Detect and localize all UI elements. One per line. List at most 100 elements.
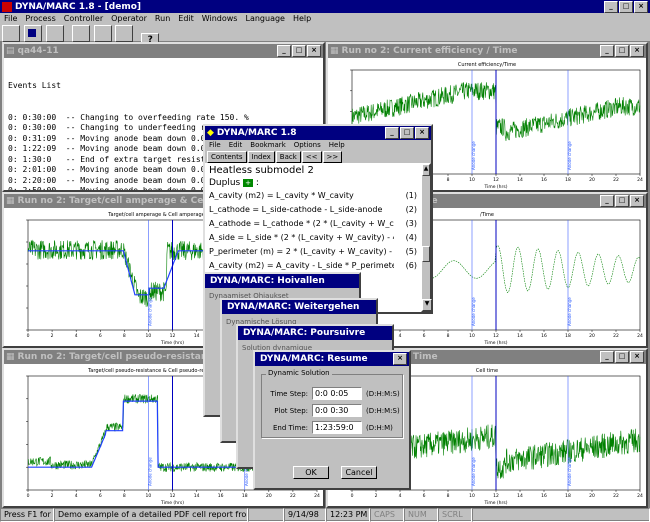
resume-title: DYNA/MARC: Resume	[260, 354, 368, 364]
resume-unit: (D:H:M)	[366, 423, 393, 432]
maximize-button[interactable]: □	[615, 195, 629, 207]
help-menu-file[interactable]: File	[205, 141, 225, 149]
menu-windows[interactable]: Windows	[198, 14, 242, 23]
equation-number: (3)	[405, 219, 417, 228]
help-btn-0[interactable]: Contents	[207, 151, 247, 163]
help-section: Duplus + :	[209, 178, 259, 188]
x-tick-label: 12	[170, 333, 176, 339]
expand-icon[interactable]: +	[243, 179, 253, 187]
x-axis-label: Time (hrs)	[483, 340, 507, 346]
status-bar: Press F1 for Help Demo example of a deta…	[0, 508, 650, 522]
scroll-thumb[interactable]	[422, 246, 430, 262]
maximize-button[interactable]: □	[615, 351, 629, 363]
help-book-icon: ◆	[207, 128, 214, 138]
x-tick-label: 14	[517, 333, 523, 339]
app-title: DYNA/MARC 1.8 - [demo]	[15, 1, 141, 12]
x-tick-label: 12	[493, 177, 499, 183]
menu-language[interactable]: Language	[241, 14, 288, 23]
minimize-button[interactable]: _	[600, 195, 614, 207]
help-menu-options[interactable]: Options	[290, 141, 325, 149]
x-axis-label: Time (hrs)	[160, 340, 184, 346]
minimize-button[interactable]: _	[277, 45, 291, 57]
x-tick-label: 10	[469, 333, 475, 339]
equation-text: P_perimeter (m) = 2 * (L_cavity + W_cavi…	[209, 247, 394, 256]
equation-text: A_cathode = L_cathode * (2 * (L_cavity +…	[209, 219, 394, 228]
close-button[interactable]: ×	[630, 195, 644, 207]
resume-label: Plot Step:	[274, 406, 308, 415]
x-tick-label: 8	[447, 333, 450, 339]
minimize-button[interactable]: _	[385, 127, 399, 139]
x-axis-label: Time (hrs)	[483, 184, 507, 190]
menu-controller[interactable]: Controller	[60, 14, 107, 23]
anode-change-label: Anode change	[147, 297, 152, 326]
current-efficiency-title: Run no 2: Current efficiency / Time	[341, 46, 518, 56]
help-title: DYNA/MARC 1.8	[216, 128, 297, 138]
equation-row: A_cavity (m2) = L_cavity * W_cavity (1)	[209, 191, 417, 200]
x-tick-label: 12	[493, 493, 499, 499]
menu-edit[interactable]: Edit	[174, 14, 198, 23]
chart-window-icon: ▦	[330, 46, 339, 56]
close-button[interactable]: ×	[307, 45, 321, 57]
resume-field[interactable]: 1:23:59:0	[312, 421, 362, 434]
dialog-french-titlebar[interactable]: DYNA/MARC: Poursuivre	[238, 326, 392, 340]
x-tick-label: 22	[290, 493, 296, 499]
minimize-button[interactable]: _	[600, 351, 614, 363]
menu-help[interactable]: Help	[289, 14, 315, 23]
chart-window-icon: ▦	[6, 352, 15, 362]
x-tick-label: 6	[99, 493, 102, 499]
maximize-button[interactable]: □	[615, 45, 629, 57]
close-button[interactable]: ×	[630, 45, 644, 57]
minimize-button[interactable]: _	[604, 0, 618, 13]
close-button[interactable]: ×	[415, 127, 429, 139]
menu-operator[interactable]: Operator	[107, 14, 151, 23]
menu-file[interactable]: File	[0, 14, 21, 23]
maximize-button[interactable]: □	[619, 0, 633, 13]
help-btn-4[interactable]: >>	[322, 151, 343, 163]
ok-button[interactable]: OK	[293, 466, 329, 479]
menu-process[interactable]: Process	[21, 14, 59, 23]
chart-icon[interactable]	[93, 25, 112, 42]
maximize-button[interactable]: □	[400, 127, 414, 139]
save-icon[interactable]	[23, 25, 42, 42]
help-menu-bar: File Edit Bookmark Options Help	[205, 140, 431, 150]
close-button[interactable]: ×	[393, 353, 407, 365]
print-icon[interactable]	[45, 25, 64, 42]
document-icon: ▤	[6, 46, 15, 56]
resume-dialog[interactable]: DYNA/MARC: Resume × Dynamic Solution Tim…	[253, 350, 411, 490]
toolbar: ?	[0, 24, 650, 50]
help-menu-help[interactable]: Help	[325, 141, 349, 149]
resume-field[interactable]: 0:0 0:30	[312, 404, 362, 417]
app-titlebar: DYNA/MARC 1.8 - [demo] _ □ ×	[0, 0, 650, 13]
resume-field[interactable]: 0:0 0:05	[312, 387, 362, 400]
dialog-german-titlebar[interactable]: DYNA/MARC: Weitergehen	[222, 300, 376, 314]
equation-row: A_cavity (m2) = A_cavity - L_side * P_pe…	[209, 261, 417, 270]
x-tick-label: 6	[99, 333, 102, 339]
close-button[interactable]: ×	[634, 0, 648, 13]
current-efficiency-titlebar[interactable]: ▦ Run no 2: Current efficiency / Time _ …	[328, 44, 646, 58]
help-menu-edit[interactable]: Edit	[225, 141, 247, 149]
close-button[interactable]: ×	[630, 351, 644, 363]
equation-row: L_cathode = L_side-cathode - L_side-anod…	[209, 205, 417, 214]
scroll-down-arrow-icon[interactable]: ▼	[422, 299, 432, 311]
cancel-button[interactable]: Cancel	[341, 466, 377, 479]
new-file-icon[interactable]	[2, 25, 20, 42]
scroll-up-arrow-icon[interactable]: ▲	[422, 164, 430, 176]
help-btn-3[interactable]: <<	[301, 151, 322, 163]
minimize-button[interactable]: _	[600, 45, 614, 57]
x-tick-label: 24	[637, 177, 643, 183]
run-icon[interactable]	[71, 25, 90, 42]
maximize-button[interactable]: □	[292, 45, 306, 57]
resume-titlebar[interactable]: DYNA/MARC: Resume ×	[255, 352, 409, 366]
help-scrollbar[interactable]: ▲ ▼	[421, 163, 432, 312]
dialog-finnish-titlebar[interactable]: DYNA/MARC: Hoivallen	[205, 274, 359, 288]
help-btn-2[interactable]: Back	[275, 151, 301, 163]
events-titlebar[interactable]: ▤ qa44-11 _ □ ×	[4, 44, 323, 58]
menu-run[interactable]: Run	[151, 14, 174, 23]
x-tick-label: 20	[589, 493, 595, 499]
help-menu-bookmark[interactable]: Bookmark	[246, 141, 289, 149]
resume-row: End Time: 1:23:59:0 (D:H:M)	[268, 421, 402, 434]
x-tick-label: 0	[27, 333, 30, 339]
help-btn-1[interactable]: Index	[247, 151, 275, 163]
table-icon[interactable]	[115, 25, 134, 42]
help-titlebar[interactable]: ◆ DYNA/MARC 1.8 _ □ ×	[205, 126, 431, 140]
